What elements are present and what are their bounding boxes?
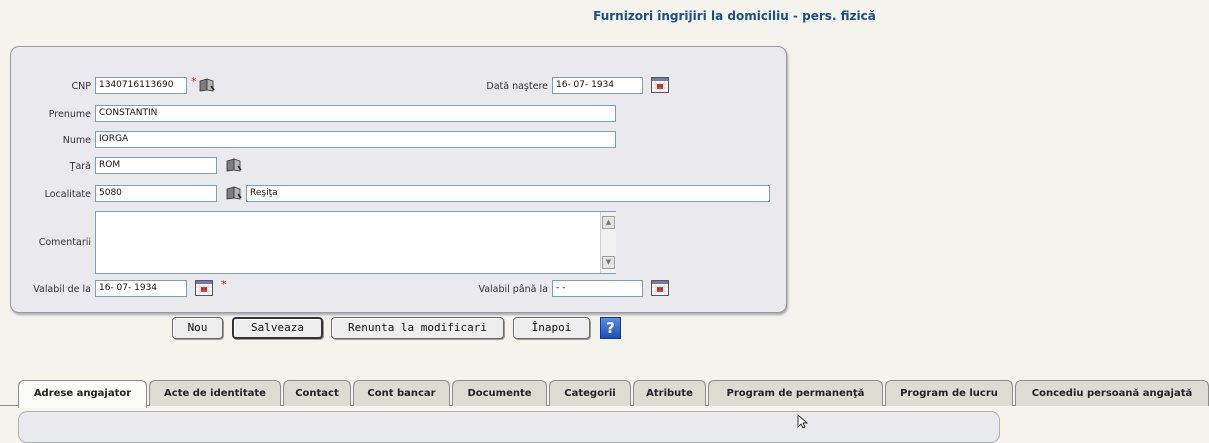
person-form-panel: CNP 1340716113690 * Dată naştere 16- 07-… bbox=[10, 46, 787, 313]
nume-field[interactable]: IORGA bbox=[95, 131, 616, 148]
tara-field[interactable]: ROM bbox=[95, 157, 217, 174]
birth-date-label: Dată naştere bbox=[486, 81, 548, 92]
page-title: Furnizori îngrijiri la domiciliu - pers.… bbox=[593, 9, 876, 23]
nume-label: Nume bbox=[62, 135, 91, 146]
tab-concediu-persoana-angajata[interactable]: Concediu persoană angajată bbox=[1015, 380, 1209, 406]
valabil-pana-la-label: Valabil până la bbox=[478, 284, 548, 295]
comentarii-scrollbar[interactable]: ▲ ▼ bbox=[600, 212, 616, 273]
scroll-up-icon[interactable]: ▲ bbox=[602, 216, 615, 229]
tab-program-de-lucru[interactable]: Program de lucru bbox=[885, 380, 1013, 406]
help-icon[interactable]: ? bbox=[600, 317, 621, 339]
birth-date-field[interactable]: 16- 07- 1934 bbox=[552, 77, 643, 94]
cnp-required-mark: * bbox=[191, 75, 197, 88]
valabil-de-la-field[interactable]: 16- 07- 1934 bbox=[95, 280, 187, 297]
renunta-button[interactable]: Renunta la modificari bbox=[331, 317, 504, 339]
scroll-down-icon[interactable]: ▼ bbox=[602, 256, 615, 269]
tab-program-de-permanenta[interactable]: Program de permanenţă bbox=[708, 380, 883, 406]
calendar-icon[interactable] bbox=[651, 280, 669, 296]
valabil-de-la-label: Valabil de la bbox=[33, 284, 91, 295]
inapoi-button[interactable]: Înapoi bbox=[513, 317, 590, 339]
tab-categorii[interactable]: Categorii bbox=[549, 380, 631, 406]
tab-acte-de-identitate[interactable]: Acte de identitate bbox=[149, 380, 281, 406]
tab-content-panel bbox=[18, 411, 1000, 443]
comentarii-label: Comentarii bbox=[38, 237, 91, 248]
localitate-label: Localitate bbox=[44, 189, 91, 200]
localitate-code-field[interactable]: 5080 bbox=[95, 185, 217, 202]
lookup-book-icon[interactable] bbox=[225, 157, 242, 172]
cnp-label: CNP bbox=[71, 81, 91, 92]
cnp-field[interactable]: 1340716113690 bbox=[95, 77, 187, 94]
tab-atribute[interactable]: Atribute bbox=[633, 380, 706, 406]
mouse-cursor-icon bbox=[797, 414, 809, 428]
tab-adrese-angajator[interactable]: Adrese angajator bbox=[18, 380, 147, 408]
valabil-pana-la-field[interactable]: - - bbox=[552, 280, 643, 297]
nou-button[interactable]: Nou bbox=[172, 317, 223, 339]
tab-documente[interactable]: Documente bbox=[452, 380, 547, 406]
calendar-icon[interactable] bbox=[195, 280, 213, 296]
localitate-name-field[interactable]: Reşiţa bbox=[246, 185, 770, 202]
prenume-field[interactable]: CONSTANTIN bbox=[95, 105, 616, 122]
comentarii-textarea[interactable] bbox=[95, 211, 616, 274]
salveaza-button[interactable]: Salveaza bbox=[232, 317, 323, 339]
tab-cont-bancar[interactable]: Cont bancar bbox=[353, 380, 450, 406]
tab-contact[interactable]: Contact bbox=[283, 380, 351, 406]
valabil-required-mark: * bbox=[221, 278, 227, 291]
tara-label: Ţară bbox=[69, 161, 91, 172]
lookup-book-icon[interactable] bbox=[198, 77, 215, 92]
prenume-label: Prenume bbox=[48, 109, 91, 120]
calendar-icon[interactable] bbox=[651, 77, 669, 93]
lookup-book-icon[interactable] bbox=[225, 185, 242, 200]
